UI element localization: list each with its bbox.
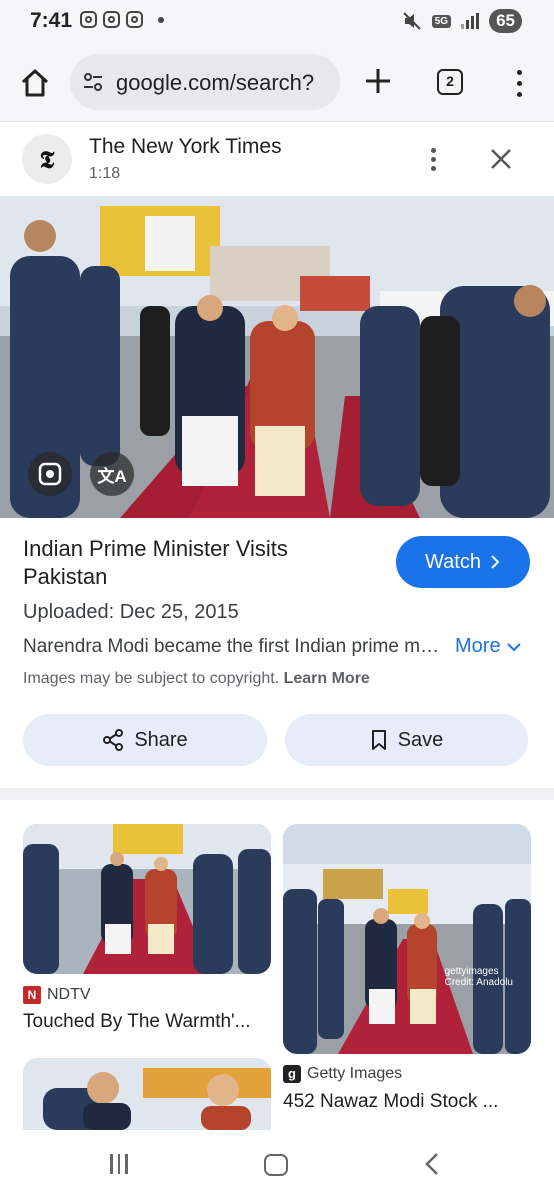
image-result-card: 𝕿 The New York Times 1:18 文A Indian Prim… — [0, 122, 554, 788]
ndtv-logo: N — [23, 986, 41, 1004]
lens-icon[interactable] — [28, 452, 72, 496]
getty-watermark-line2: Credit: Anadolu — [444, 977, 513, 988]
learn-more-link[interactable]: Learn More — [284, 670, 370, 687]
home-icon[interactable] — [18, 66, 52, 100]
tune-icon[interactable] — [82, 71, 104, 93]
result-thumbnail[interactable] — [23, 1058, 271, 1130]
browser-toolbar: google.com/search? 2 — [0, 44, 554, 122]
more-button[interactable]: More — [455, 635, 521, 658]
tab-switcher-button[interactable]: 2 — [437, 69, 463, 95]
chevron-right-icon — [491, 555, 500, 569]
result-source: N NDTV — [23, 986, 91, 1004]
result-thumbnail[interactable]: gettyimages Credit: Anadolu — [283, 824, 531, 1054]
recent-apps-icon[interactable] — [110, 1154, 132, 1174]
getty-watermark-line1: gettyimages — [444, 966, 499, 977]
result-title[interactable]: Indian Prime Minister Visits Pakistan — [23, 535, 363, 591]
result-title[interactable]: 452 Nawaz Modi Stock ... — [283, 1091, 498, 1113]
main-image[interactable]: 文A — [0, 196, 554, 518]
system-nav-bar — [0, 1130, 554, 1200]
url-text: google.com/search? — [116, 70, 315, 95]
more-label: More — [455, 635, 501, 657]
upload-date: Uploaded: Dec 25, 2015 — [23, 601, 239, 623]
watch-label: Watch — [425, 550, 481, 573]
more-vert-icon[interactable] — [510, 68, 528, 98]
save-label: Save — [397, 728, 444, 751]
section-divider — [0, 788, 554, 800]
address-bar[interactable]: google.com/search? — [70, 54, 340, 110]
instagram-icon — [126, 11, 143, 28]
battery-level: 65 — [489, 9, 522, 33]
nyt-logo: 𝕿 — [22, 134, 72, 184]
share-label: Share — [134, 728, 188, 751]
video-duration: 1:18 — [89, 165, 121, 182]
translate-icon[interactable]: 文A — [90, 452, 134, 496]
result-title[interactable]: Touched By The Warmth'... — [23, 1011, 251, 1033]
back-icon[interactable] — [422, 1152, 442, 1176]
watch-button[interactable]: Watch — [396, 536, 530, 588]
instagram-icon — [103, 11, 120, 28]
chevron-down-icon — [506, 642, 521, 651]
status-right: 5G 65 — [402, 9, 522, 33]
instagram-icon — [80, 11, 97, 28]
signal-icon — [461, 13, 480, 29]
copyright-text: Images may be subject to copyright. — [23, 670, 280, 687]
result-thumbnail[interactable] — [23, 824, 271, 974]
status-time: 7:41 — [30, 9, 73, 32]
more-notifications-dot — [158, 17, 164, 23]
getty-watermark: gettyimages Credit: Anadolu — [445, 966, 513, 988]
source-name[interactable]: The New York Times — [89, 135, 282, 159]
close-icon[interactable] — [488, 146, 514, 172]
nav-home-icon[interactable] — [264, 1154, 288, 1176]
mute-icon — [403, 12, 421, 30]
description: Narendra Modi became the first Indian pr… — [23, 636, 443, 657]
share-button[interactable]: Share — [23, 714, 267, 766]
result-source: g Getty Images — [283, 1065, 402, 1083]
result-source-name: Getty Images — [307, 1065, 403, 1082]
network-type: 5G — [431, 14, 452, 28]
plus-icon[interactable] — [363, 66, 393, 96]
bookmark-icon — [371, 730, 386, 750]
card-more-icon[interactable] — [425, 148, 441, 174]
notification-icons — [80, 11, 143, 28]
copyright-notice: Images may be subject to copyright. Lear… — [23, 670, 370, 688]
save-button[interactable]: Save — [285, 714, 528, 766]
result-source-name: NDTV — [47, 986, 91, 1003]
share-icon — [103, 729, 124, 751]
status-bar: 7:41 5G 65 — [0, 0, 554, 44]
getty-logo: g — [283, 1065, 301, 1083]
